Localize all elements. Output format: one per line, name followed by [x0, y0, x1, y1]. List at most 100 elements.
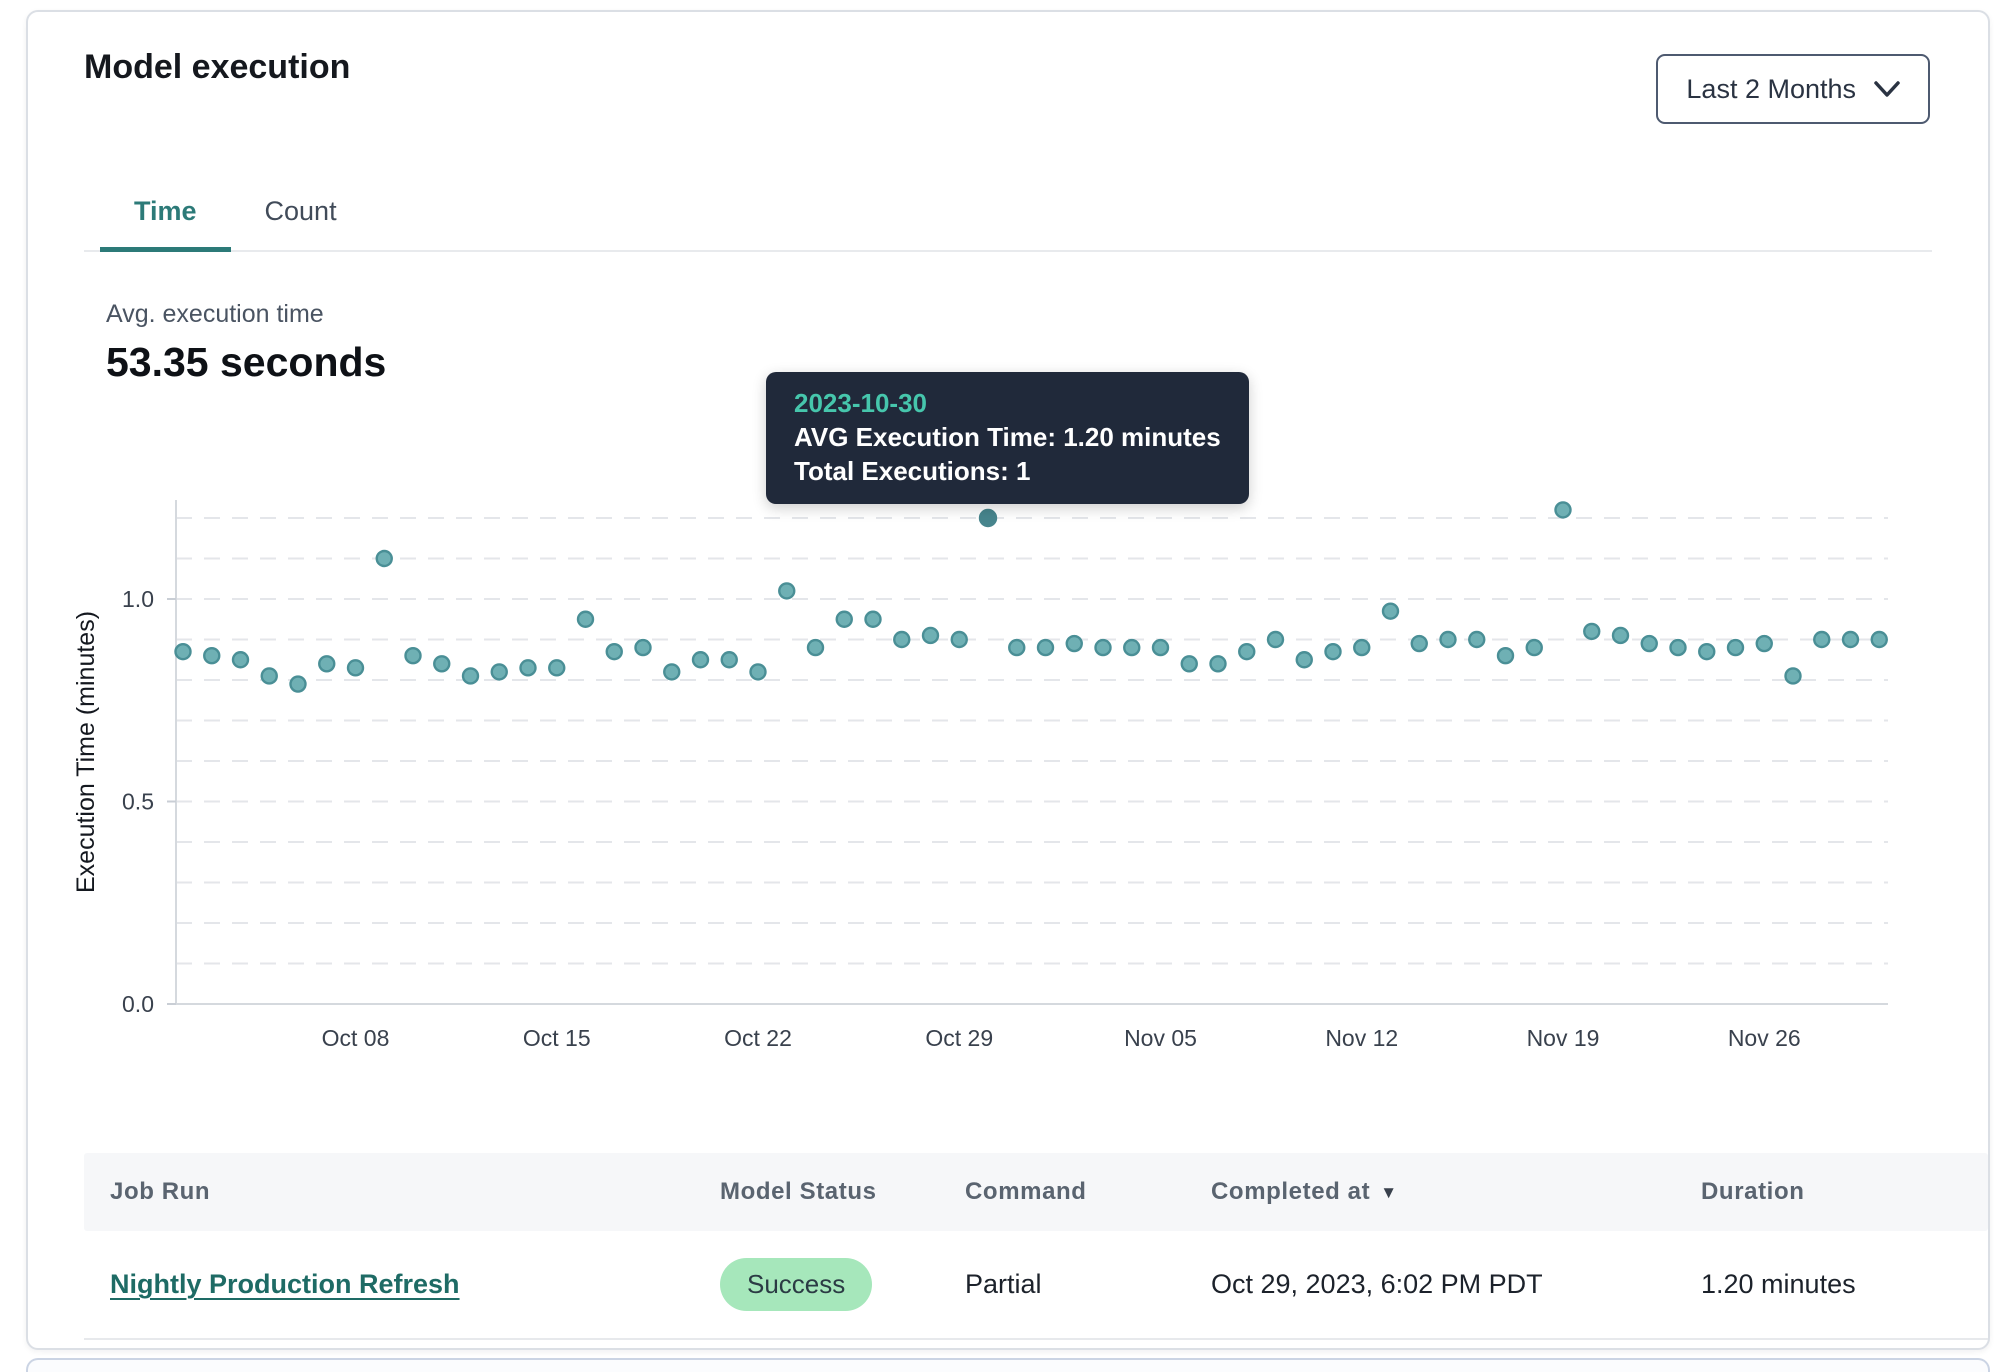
scatter-point[interactable]: [233, 652, 248, 667]
scatter-point[interactable]: [176, 644, 191, 659]
scatter-point[interactable]: [319, 656, 334, 671]
scatter-point[interactable]: [291, 677, 306, 692]
scatter-point[interactable]: [1297, 652, 1312, 667]
column-header-command[interactable]: Command: [965, 1178, 1211, 1206]
scatter-point[interactable]: [779, 583, 794, 598]
x-tick-label: Nov 05: [1124, 1025, 1197, 1051]
scatter-point[interactable]: [463, 668, 478, 683]
x-tick-label: Oct 22: [724, 1025, 792, 1051]
column-header-completed-at[interactable]: Completed at ▼: [1211, 1178, 1701, 1206]
stat-value: 53.35 seconds: [106, 339, 386, 386]
x-tick-label: Nov 12: [1325, 1025, 1398, 1051]
scatter-point[interactable]: [1527, 640, 1542, 655]
scatter-point[interactable]: [1354, 640, 1369, 655]
x-tick-label: Oct 29: [925, 1025, 993, 1051]
model-execution-card: Model execution Last 2 Months Time Count…: [26, 10, 1990, 1350]
scatter-point[interactable]: [549, 660, 564, 675]
scatter-point[interactable]: [262, 668, 277, 683]
scatter-point[interactable]: [1009, 640, 1024, 655]
scatter-point[interactable]: [894, 632, 909, 647]
scatter-point[interactable]: [693, 652, 708, 667]
scatter-point[interactable]: [1584, 624, 1599, 639]
scatter-point[interactable]: [1412, 636, 1427, 651]
date-range-dropdown[interactable]: Last 2 Months: [1656, 54, 1930, 124]
scatter-point[interactable]: [837, 612, 852, 627]
scatter-point[interactable]: [1182, 656, 1197, 671]
avg-execution-stat: Avg. execution time 53.35 seconds: [106, 300, 386, 386]
next-card-edge: [26, 1358, 1990, 1372]
scatter-point[interactable]: [1096, 640, 1111, 655]
scatter-point[interactable]: [1757, 636, 1772, 651]
tooltip-total-executions: Total Executions: 1: [794, 454, 1221, 488]
scatter-point[interactable]: [664, 664, 679, 679]
x-tick-label: Oct 15: [523, 1025, 591, 1051]
tooltip-date: 2023-10-30: [794, 386, 1221, 420]
cell-command: Partial: [965, 1269, 1211, 1300]
scatter-point[interactable]: [751, 664, 766, 679]
sort-desc-icon[interactable]: ▼: [1380, 1184, 1397, 1201]
scatter-point[interactable]: [1441, 632, 1456, 647]
scatter-point[interactable]: [521, 660, 536, 675]
scatter-point[interactable]: [1642, 636, 1657, 651]
scatter-point[interactable]: [923, 628, 938, 643]
y-tick-label: 0.5: [122, 789, 154, 815]
scatter-point[interactable]: [1786, 668, 1801, 683]
scatter-point[interactable]: [808, 640, 823, 655]
scatter-point[interactable]: [434, 656, 449, 671]
scatter-point[interactable]: [377, 551, 392, 566]
scatter-point[interactable]: [952, 632, 967, 647]
y-tick-label: 1.0: [122, 586, 154, 612]
scatter-point[interactable]: [1153, 640, 1168, 655]
column-header-model-status[interactable]: Model Status: [720, 1178, 965, 1206]
scatter-point[interactable]: [722, 652, 737, 667]
scatter-point[interactable]: [1699, 644, 1714, 659]
scatter-point[interactable]: [1124, 640, 1139, 655]
scatter-point[interactable]: [204, 648, 219, 663]
x-tick-label: Nov 26: [1728, 1025, 1801, 1051]
scatter-point[interactable]: [1671, 640, 1686, 655]
cell-model-status: Success: [720, 1258, 965, 1311]
scatter-point[interactable]: [1843, 632, 1858, 647]
cell-completed-at: Oct 29, 2023, 6:02 PM PDT: [1211, 1269, 1701, 1300]
column-header-duration[interactable]: Duration: [1701, 1178, 1988, 1206]
scatter-point[interactable]: [636, 640, 651, 655]
scatter-point[interactable]: [406, 648, 421, 663]
scatter-point[interactable]: [1469, 632, 1484, 647]
cell-duration: 1.20 minutes: [1701, 1269, 1988, 1300]
tabs: Time Count: [84, 172, 1932, 252]
tab-count[interactable]: Count: [231, 172, 371, 250]
tab-time[interactable]: Time: [100, 172, 231, 250]
page-title: Model execution: [84, 48, 350, 87]
scatter-point[interactable]: [1556, 502, 1571, 517]
date-range-value: Last 2 Months: [1686, 74, 1856, 105]
scatter-point[interactable]: [1728, 640, 1743, 655]
scatter-point[interactable]: [1268, 632, 1283, 647]
scatter-point[interactable]: [1326, 644, 1341, 659]
scatter-point[interactable]: [1067, 636, 1082, 651]
scatter-point-highlighted[interactable]: [980, 510, 996, 526]
scatter-point[interactable]: [1613, 628, 1628, 643]
scatter-point[interactable]: [866, 612, 881, 627]
scatter-point[interactable]: [492, 664, 507, 679]
tooltip-avg-execution: AVG Execution Time: 1.20 minutes: [794, 420, 1221, 454]
scatter-point[interactable]: [1814, 632, 1829, 647]
scatter-point[interactable]: [1038, 640, 1053, 655]
status-badge: Success: [720, 1258, 872, 1311]
y-axis-title: Execution Time (minutes): [72, 611, 100, 893]
x-tick-label: Oct 08: [322, 1025, 390, 1051]
scatter-point[interactable]: [1211, 656, 1226, 671]
job-run-link[interactable]: Nightly Production Refresh: [110, 1269, 460, 1299]
scatter-point[interactable]: [1239, 644, 1254, 659]
stat-label: Avg. execution time: [106, 300, 386, 329]
screen: Model execution Last 2 Months Time Count…: [0, 0, 2016, 1372]
scatter-point[interactable]: [1383, 604, 1398, 619]
y-tick-label: 0.0: [122, 991, 154, 1017]
scatter-point[interactable]: [578, 612, 593, 627]
x-tick-label: Nov 19: [1527, 1025, 1600, 1051]
scatter-point[interactable]: [1872, 632, 1887, 647]
scatter-point[interactable]: [607, 644, 622, 659]
scatter-point[interactable]: [348, 660, 363, 675]
column-header-job-run[interactable]: Job Run: [84, 1178, 720, 1206]
scatter-point[interactable]: [1498, 648, 1513, 663]
chart-tooltip: 2023-10-30 AVG Execution Time: 1.20 minu…: [766, 372, 1249, 504]
